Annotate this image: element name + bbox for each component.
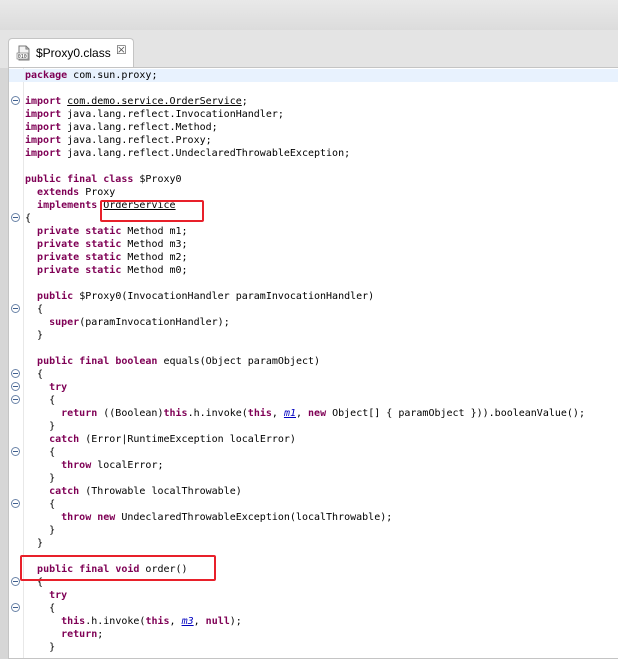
code-line: } <box>25 473 56 484</box>
fold-toggle-icon[interactable] <box>11 395 20 404</box>
highlight-box-implements <box>100 200 204 222</box>
code-line: catch (Throwable localThrowable) <box>49 486 242 497</box>
code-line: return; <box>61 629 104 640</box>
window-top-bar <box>0 0 618 31</box>
code-line: private static Method m2; <box>37 252 188 263</box>
code-line: private static Method m3; <box>37 239 188 250</box>
code-line: return ((Boolean)this.h.invoke(this, m1,… <box>61 408 585 419</box>
code-line: public final boolean equals(Object param… <box>37 356 321 367</box>
fold-toggle-icon[interactable] <box>11 603 20 612</box>
close-icon[interactable]: ☒ <box>116 43 127 57</box>
code-line: private static Method m0; <box>37 265 188 276</box>
code-line: throw new UndeclaredThrowableException(l… <box>61 512 393 523</box>
code-line: package com.sun.proxy; <box>9 69 618 82</box>
class-file-icon: 010 <box>16 45 32 61</box>
fold-toggle-icon[interactable] <box>11 382 20 391</box>
fold-toggle-icon[interactable] <box>11 304 20 313</box>
editor-tab-strip: 010 $Proxy0.class ☒ <box>0 30 618 68</box>
code-line: } <box>25 538 44 549</box>
code-line: import com.demo.service.OrderService; <box>9 95 618 108</box>
code-line: public final class $Proxy0 <box>25 174 182 185</box>
code-line: { <box>9 303 618 316</box>
code-line: } <box>25 330 44 341</box>
code-line: { <box>9 446 618 459</box>
code-line: } <box>25 525 56 536</box>
code-line: import java.lang.reflect.Proxy; <box>25 135 212 146</box>
fold-toggle-icon[interactable] <box>11 447 20 456</box>
code-line: try <box>49 590 68 601</box>
code-line: throw localError; <box>61 460 164 471</box>
highlight-box-order-method <box>20 555 216 581</box>
code-line: catch (Error|RuntimeException localError… <box>49 434 296 445</box>
code-line: } <box>25 421 56 432</box>
code-editor[interactable]: package com.sun.proxy; import com.demo.s… <box>8 67 618 659</box>
code-line: private static Method m1; <box>37 226 188 237</box>
code-line: extends Proxy <box>37 187 116 198</box>
code-line: this.h.invoke(this, m3, null); <box>61 616 242 627</box>
code-line: public $Proxy0(InvocationHandler paramIn… <box>37 291 375 302</box>
code-line: { <box>9 368 618 381</box>
fold-toggle-icon[interactable] <box>11 499 20 508</box>
fold-toggle-icon[interactable] <box>11 369 20 378</box>
svg-text:010: 010 <box>18 54 27 60</box>
tab-label: $Proxy0.class <box>36 46 111 60</box>
code-line: } <box>25 642 56 653</box>
fold-toggle-icon[interactable] <box>11 213 20 222</box>
code-line: { <box>9 602 618 615</box>
fold-toggle-icon[interactable] <box>11 577 20 586</box>
code-line: super(paramInvocationHandler); <box>49 317 230 328</box>
code-line: try <box>9 381 618 394</box>
fold-toggle-icon[interactable] <box>11 96 20 105</box>
tab-proxy0-class[interactable]: 010 $Proxy0.class ☒ <box>8 38 134 68</box>
code-line: import java.lang.reflect.InvocationHandl… <box>25 109 284 120</box>
code-line: { <box>9 498 618 511</box>
code-line: { <box>9 394 618 407</box>
code-line: import java.lang.reflect.Method; <box>25 122 218 133</box>
code-line: import java.lang.reflect.UndeclaredThrow… <box>25 148 351 159</box>
